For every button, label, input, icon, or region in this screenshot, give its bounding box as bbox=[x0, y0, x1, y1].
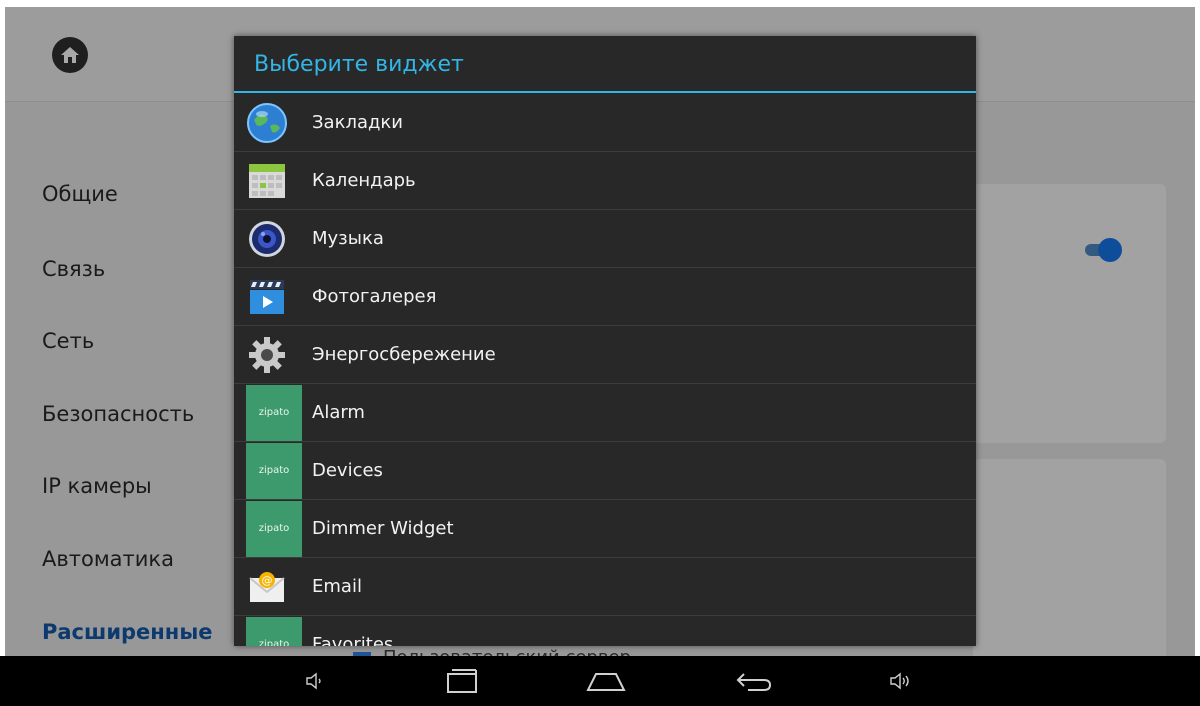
list-item-label: Email bbox=[312, 576, 362, 597]
dialog-title: Выберите виджет bbox=[254, 52, 464, 77]
list-item-label: Devices bbox=[312, 460, 383, 481]
toggle-knob[interactable] bbox=[1098, 238, 1122, 262]
sidebar-item-advanced[interactable]: Расширенные bbox=[42, 620, 213, 644]
calendar-icon bbox=[246, 160, 288, 202]
email-icon: @ bbox=[246, 566, 288, 608]
list-item[interactable]: zipato Alarm bbox=[234, 384, 976, 442]
list-item[interactable]: Фотогалерея bbox=[234, 268, 976, 326]
dialog-divider bbox=[234, 91, 976, 93]
list-item-label: Dimmer Widget bbox=[312, 518, 454, 539]
settings-card bbox=[973, 184, 1166, 443]
checkbox-label: Пользовательский сервер bbox=[383, 647, 631, 656]
gallery-icon bbox=[246, 276, 288, 318]
sidebar-item-network[interactable]: Сеть bbox=[42, 329, 94, 353]
back-icon[interactable] bbox=[724, 656, 784, 706]
zipato-icon: zipato bbox=[246, 501, 302, 557]
music-icon bbox=[246, 218, 288, 260]
list-item-label: Календарь bbox=[312, 170, 416, 191]
list-item[interactable]: Энергосбережение bbox=[234, 326, 976, 384]
volume-up-icon[interactable] bbox=[870, 656, 930, 706]
list-item[interactable]: @ Email bbox=[234, 558, 976, 616]
list-item[interactable]: Музыка bbox=[234, 210, 976, 268]
svg-text:@: @ bbox=[262, 574, 273, 587]
list-item[interactable]: zipato Devices bbox=[234, 442, 976, 500]
recent-apps-icon[interactable] bbox=[432, 656, 492, 706]
list-item-label: Музыка bbox=[312, 228, 384, 249]
settings-card bbox=[973, 459, 1166, 656]
list-item[interactable]: Календарь bbox=[234, 152, 976, 210]
list-item-label: Фотогалерея bbox=[312, 286, 437, 307]
zipato-icon: zipato bbox=[246, 617, 302, 646]
list-item-label: Alarm bbox=[312, 402, 365, 423]
screen: Общие Связь Сеть Безопасность IP камеры … bbox=[0, 0, 1200, 706]
list-item[interactable]: zipato Favorites bbox=[234, 616, 976, 646]
list-item-label: Энергосбережение bbox=[312, 344, 496, 365]
volume-down-icon[interactable] bbox=[285, 656, 345, 706]
list-item-label: Закладки bbox=[312, 112, 403, 133]
zipato-icon: zipato bbox=[246, 443, 302, 499]
globe-icon bbox=[246, 102, 288, 144]
navigation-bar bbox=[0, 656, 1200, 706]
list-item-label: Favorites bbox=[312, 634, 394, 646]
list-item[interactable]: Закладки bbox=[234, 94, 976, 152]
list-item[interactable]: zipato Dimmer Widget bbox=[234, 500, 976, 558]
home-icon[interactable] bbox=[52, 37, 88, 73]
sidebar-item-general[interactable]: Общие bbox=[42, 182, 118, 206]
sidebar-item-security[interactable]: Безопасность bbox=[42, 402, 194, 426]
gear-icon bbox=[246, 334, 288, 376]
sidebar-item-ip-cameras[interactable]: IP камеры bbox=[42, 474, 152, 498]
widget-picker-dialog: Выберите виджет Закладки Календарь Музык… bbox=[234, 36, 976, 646]
zipato-icon: zipato bbox=[246, 385, 302, 441]
home-nav-icon[interactable] bbox=[576, 656, 636, 706]
sidebar-item-automation[interactable]: Автоматика bbox=[42, 547, 174, 571]
sidebar-item-connection[interactable]: Связь bbox=[42, 257, 105, 281]
